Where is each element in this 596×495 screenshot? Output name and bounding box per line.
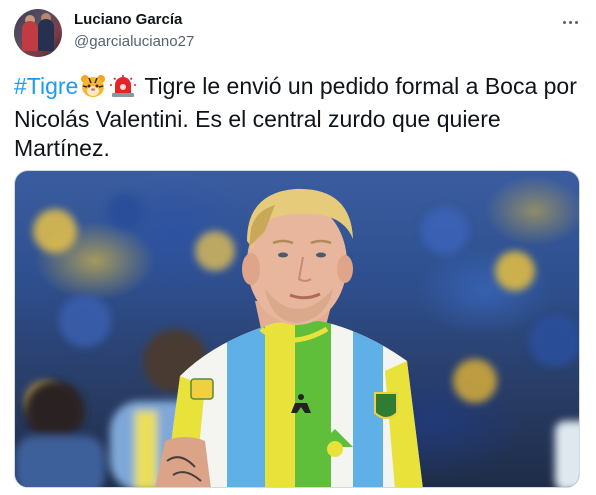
author-name[interactable]: Luciano García [74,11,182,28]
more-options-icon[interactable] [555,8,585,36]
footballer-photo [15,188,579,487]
tiger-face-emoji [80,74,106,105]
tweet-photo[interactable] [14,170,580,488]
tweet: Luciano García @garcialuciano27 #Tigre T… [0,0,596,495]
avatar[interactable] [14,9,62,57]
author-handle[interactable]: @garcialuciano27 [74,33,194,50]
tweet-text: #Tigre Tigre le envió un pedido formal a… [14,72,584,163]
hashtag-link[interactable]: #Tigre [14,73,78,99]
police-light-emoji [110,74,137,105]
